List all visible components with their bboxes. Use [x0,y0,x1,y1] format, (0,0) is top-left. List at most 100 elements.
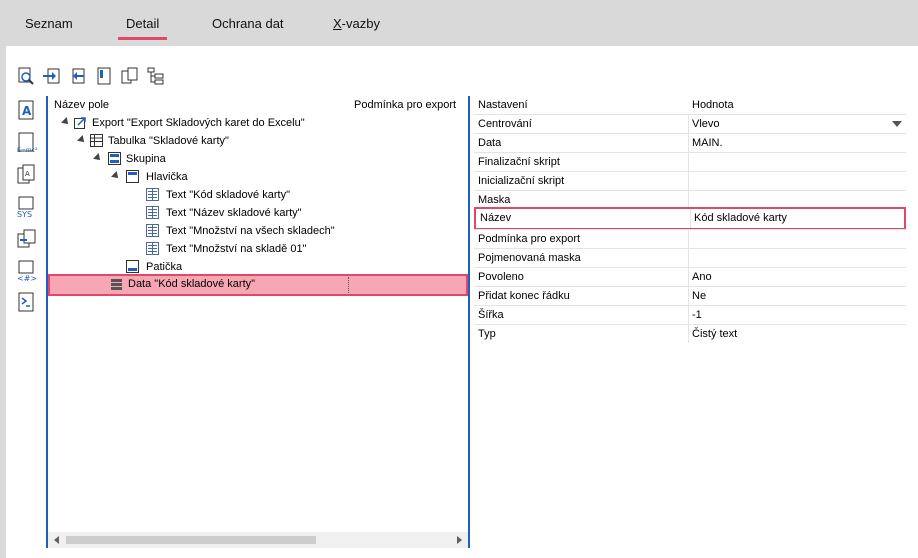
preview-icon[interactable] [16,66,36,86]
text-field-icon [146,242,159,255]
property-row-centrovani[interactable]: Centrování Vlevo [474,114,906,133]
tree-node-text[interactable]: Text "Množství na skladě 01" [48,240,468,258]
tree-node-export[interactable]: Export "Export Skladových karet do Excel… [48,114,468,132]
expression-icon[interactable]: <#> [16,260,38,283]
column-divider [688,306,689,324]
collapse-arrow-icon[interactable] [77,135,87,145]
scrollbar-thumb[interactable] [66,536,316,544]
property-value[interactable]: MAIN. [692,137,723,149]
field-type-toolbar: A E=mc² A SYS <#> [16,100,40,324]
property-row-finalizacni-skript[interactable]: Finalizační skript [474,152,906,171]
tree-node-label: Text "Množství na skladě 01" [166,243,307,255]
tab-seznam[interactable]: Seznam [25,16,73,31]
tree-node-label: Export "Export Skladových karet do Excel… [92,117,305,129]
property-value[interactable]: Ano [692,271,712,283]
tab-ochrana-dat[interactable]: Ochrana dat [212,16,284,31]
tab-detail[interactable]: Detail [117,16,168,40]
property-key: Data [478,137,502,149]
text-field-icon [146,206,159,219]
property-value[interactable]: Ne [692,290,706,302]
collapse-arrow-icon[interactable] [93,153,103,163]
tree-node-table[interactable]: Tabulka "Skladové karty" [48,132,468,150]
property-row-pridat-konec-radku[interactable]: Přidat konec řádku Ne [474,286,906,305]
tree-node-label: Data "Kód skladové karty" [128,278,256,290]
tree-node-group[interactable]: Skupina [48,150,468,168]
hierarchy-icon[interactable] [146,66,166,86]
tree-node-label: Text "Kód skladové karty" [166,189,290,201]
scroll-left-icon[interactable] [54,536,59,544]
property-row-typ[interactable]: Typ Čistý text [474,324,906,343]
property-row-data[interactable]: Data MAIN. [474,133,906,152]
property-row-pojmenovana-maska[interactable]: Pojmenovaná maska [474,248,906,267]
column-header-condition[interactable]: Podmínka pro export [354,99,456,111]
column-divider [688,230,689,248]
property-key: Typ [478,328,496,340]
group-icon [108,152,121,165]
property-row-sirka[interactable]: Šířka -1 [474,305,906,324]
property-value[interactable]: Kód skladové karty [694,212,787,224]
field-icon[interactable]: A [16,164,38,186]
formula-icon[interactable]: E=mc² [16,132,38,154]
toolbar [16,66,166,86]
column-divider [688,115,689,133]
tab-bar: Seznam Detail Ochrana dat X-vazby [0,0,918,46]
tree-header: Název pole Podmínka pro export [48,96,468,114]
collapse-arrow-icon[interactable] [61,117,71,127]
field-tree: Název pole Podmínka pro export Export "E… [46,96,470,548]
property-key: Inicializační skript [478,175,565,187]
property-value[interactable]: Čistý text [692,328,737,340]
column-header-name[interactable]: Název pole [54,99,109,111]
text-field-icon [146,224,159,237]
property-key: Pojmenovaná maska [478,252,581,264]
tree-node-label: Tabulka "Skladové karty" [108,135,229,147]
property-row-nazev[interactable]: Název Kód skladové karty [474,207,906,230]
column-divider [690,209,691,228]
user-field-icon[interactable]: A [16,100,38,122]
tree-node-text[interactable]: Text "Množství na všech skladech" [48,222,468,240]
dropdown-arrow-icon[interactable] [892,121,902,127]
insert-before-icon[interactable] [42,66,62,86]
column-divider [688,325,689,343]
property-key: Podmínka pro export [478,233,581,245]
column-divider [688,153,689,171]
export-icon [74,116,87,129]
property-value[interactable]: -1 [692,309,702,321]
property-key: Centrování [478,118,532,130]
tree-node-text[interactable]: Text "Název skladové karty" [48,204,468,222]
svg-text:E=mc²: E=mc² [17,147,38,154]
tree-node-data-selected[interactable]: Data "Kód skladové karty" [48,274,468,296]
column-divider [688,268,689,286]
tree-node-header[interactable]: Hlavička [48,168,468,186]
svg-text:SYS: SYS [17,210,32,218]
tree-node-label: Patička [146,261,183,273]
footer-icon [126,260,139,273]
property-key: Povoleno [478,271,524,283]
insert-after-icon[interactable] [68,66,88,86]
property-value[interactable]: Vlevo [692,118,720,130]
property-row-podminka-pro-export[interactable]: Podmínka pro export [474,229,906,248]
column-header-setting[interactable]: Nastavení [478,99,528,111]
copy-icon[interactable] [120,66,140,86]
property-key: Šířka [478,309,504,321]
properties-header: Nastavení Hodnota [474,96,906,114]
page-icon[interactable] [94,66,114,86]
collapse-arrow-icon[interactable] [111,171,121,181]
system-variable-icon[interactable]: SYS [16,196,38,219]
tree-node-text[interactable]: Text "Kód skladové karty" [48,186,468,204]
tab-x-vazby-rest: -vazby [341,16,380,31]
script-icon[interactable] [16,292,38,314]
property-key: Přidat konec řádku [478,290,570,302]
horizontal-scrollbar[interactable] [48,532,468,548]
copy-field-icon[interactable] [16,228,38,250]
tree-node-label: Hlavička [146,171,188,183]
svg-text:A: A [25,170,30,178]
svg-text:<#>: <#> [17,274,37,282]
table-icon [90,134,103,147]
property-row-povoleno[interactable]: Povoleno Ano [474,267,906,286]
tree-node-label: Text "Název skladové karty" [166,207,302,219]
tab-x-vazby[interactable]: X-vazby [333,16,380,31]
property-row-inicializacni-skript[interactable]: Inicializační skript [474,171,906,190]
scroll-right-icon[interactable] [457,536,462,544]
data-field-icon [110,278,123,291]
column-header-value[interactable]: Hodnota [692,99,734,111]
